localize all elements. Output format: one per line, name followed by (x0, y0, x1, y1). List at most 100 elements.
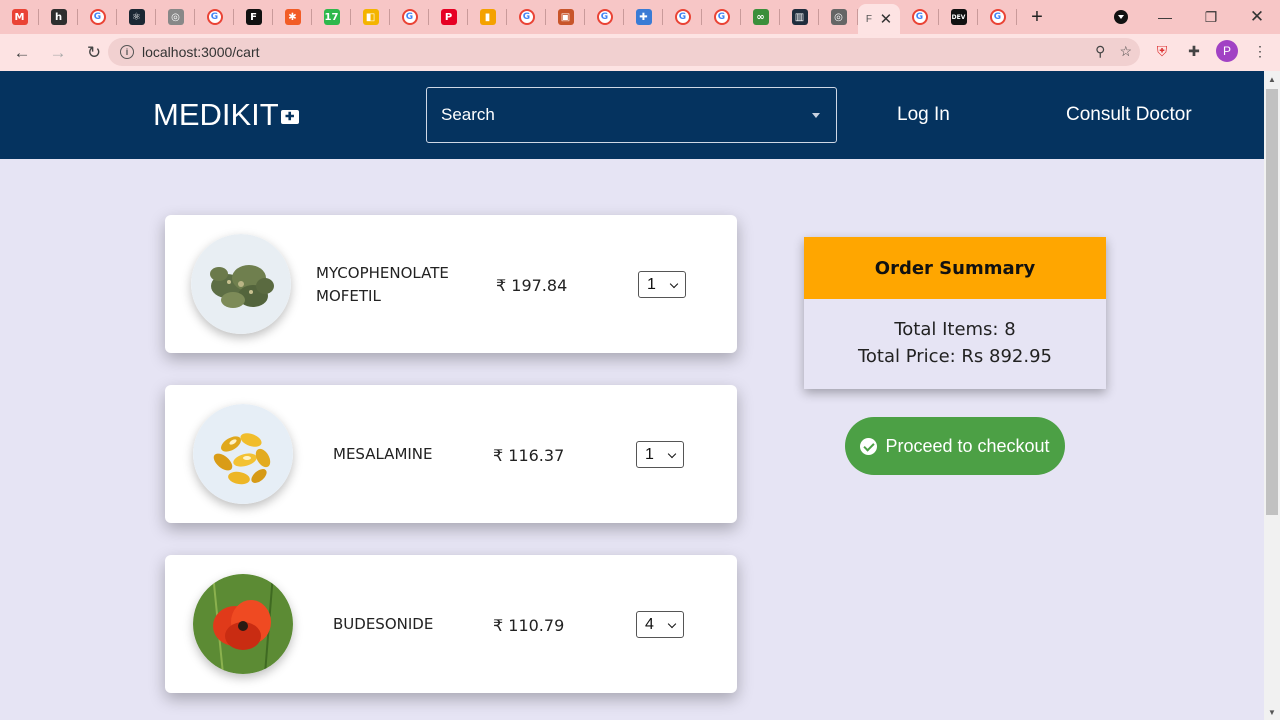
browser-tab[interactable]: F (234, 0, 273, 34)
quantity-select[interactable]: 4 (636, 611, 684, 638)
browser-tab[interactable]: ⚛ (117, 0, 156, 34)
brand-name: MEDIKIT (153, 97, 279, 132)
dev-icon: DEV (950, 9, 967, 25)
product-price: ₹ 197.84 (496, 276, 568, 295)
product-price: ₹ 116.37 (493, 446, 565, 465)
cart-item-card: MYCOPHENOLATE MOFETIL ₹ 197.84 1 (165, 215, 737, 353)
browser-tab[interactable]: G (78, 0, 117, 34)
bookmark-star-icon[interactable]: ☆ (1119, 43, 1132, 60)
profile-avatar[interactable]: P (1216, 40, 1238, 62)
herb-image (191, 234, 291, 334)
product-price: ₹ 110.79 (493, 616, 565, 635)
google-icon: G (401, 9, 418, 25)
react-icon: ⚛ (128, 9, 145, 25)
browser-tab[interactable]: h (39, 0, 78, 34)
browser-tab[interactable]: ▥ (780, 0, 819, 34)
scroll-up-icon[interactable]: ▲ (1264, 71, 1280, 87)
f-icon: F (245, 9, 262, 25)
site-navbar: MEDIKIT ✚ Search Log In Consult Doctor (0, 71, 1264, 159)
asterisk-icon: ✱ (284, 9, 301, 25)
globe-icon: ◎ (167, 9, 184, 25)
order-summary: Order Summary Total Items: 8 Total Price… (804, 237, 1106, 389)
new-tab-button[interactable]: + (1017, 0, 1057, 34)
google-icon: G (206, 9, 223, 25)
order-summary-title: Order Summary (804, 237, 1106, 299)
address-url: localhost:3000/cart (142, 44, 260, 60)
close-window-icon[interactable]: ✕ (1234, 0, 1280, 34)
globe-icon: ◎ (830, 9, 847, 25)
meet-icon: ◧ (362, 9, 379, 25)
browser-tab[interactable]: G (585, 0, 624, 34)
browser-tab[interactable]: G (390, 0, 429, 34)
login-link[interactable]: Log In (897, 104, 950, 126)
browser-tab[interactable]: G (663, 0, 702, 34)
site-info-icon[interactable]: i (120, 45, 134, 59)
consult-doctor-link[interactable]: Consult Doctor (1066, 104, 1192, 126)
hashnode-icon: h (50, 9, 67, 25)
browser-tab[interactable]: G (702, 0, 741, 34)
browser-tab[interactable]: G (195, 0, 234, 34)
browser-tab[interactable]: DEV (939, 0, 978, 34)
quantity-select[interactable]: 1 (638, 271, 686, 298)
minimize-icon[interactable]: — (1142, 0, 1188, 34)
google-icon: G (713, 9, 730, 25)
stripes-icon: ▮ (479, 9, 496, 25)
browser-tab[interactable]: M (0, 0, 39, 34)
glasses-icon: ∞ (752, 9, 769, 25)
search-select[interactable]: Search (426, 87, 837, 143)
back-icon[interactable]: ← (6, 37, 38, 69)
square-icon: ▣ (557, 9, 574, 25)
tab-search-icon[interactable] (1098, 0, 1144, 34)
browser-tab[interactable]: ∞ (741, 0, 780, 34)
extensions-area: ⛨ ✚ P ⋮ (1152, 40, 1270, 62)
google-icon: G (989, 9, 1006, 25)
browser-tab[interactable]: G (507, 0, 546, 34)
browser-tab[interactable]: G (900, 0, 939, 34)
browser-tab[interactable]: G (978, 0, 1017, 34)
scroll-down-icon[interactable]: ▼ (1264, 704, 1280, 720)
browser-tab[interactable]: ✱ (273, 0, 312, 34)
google-icon: G (911, 9, 928, 25)
cart-item-card: MESALAMINE ₹ 116.37 1 (165, 385, 737, 523)
counter-icon: 17 (323, 9, 340, 25)
page-scrollbar[interactable]: ▲ ▼ (1264, 71, 1280, 720)
pinterest-icon: P (440, 9, 457, 25)
quantity-select[interactable]: 1 (636, 441, 684, 468)
active-tab[interactable]: F ✕ (858, 4, 900, 34)
browser-tab[interactable]: P (429, 0, 468, 34)
forward-icon[interactable]: → (42, 37, 74, 69)
browser-tab[interactable]: ◎ (156, 0, 195, 34)
browser-tab[interactable]: ◧ (351, 0, 390, 34)
page-viewport: MEDIKIT ✚ Search Log In Consult Doctor M… (0, 71, 1264, 720)
brand-logo[interactable]: MEDIKIT ✚ (153, 97, 299, 133)
restore-icon[interactable]: ❐ (1188, 0, 1234, 34)
puzzle-extensions-icon[interactable]: ✚ (1184, 41, 1204, 61)
close-tab-icon[interactable]: ✕ (880, 10, 893, 28)
scrollbar-thumb[interactable] (1266, 89, 1278, 515)
cart-item-card: BUDESONIDE ₹ 110.79 4 (165, 555, 737, 693)
check-circle-icon (860, 437, 878, 455)
kebab-menu-icon[interactable]: ⋮ (1250, 41, 1270, 61)
browser-tab[interactable]: ◎ (819, 0, 858, 34)
caret-down-icon (812, 113, 820, 118)
search-label: Search (441, 105, 495, 124)
checkout-label: Proceed to checkout (885, 435, 1050, 456)
capsules-image (193, 404, 293, 504)
medkit-icon: ✚ (280, 110, 299, 124)
reload-icon[interactable]: ↻ (78, 37, 110, 69)
trello-icon: ▥ (791, 9, 808, 25)
total-price: Total Price: Rs 892.95 (857, 346, 1053, 367)
poppy-image (193, 574, 293, 674)
browser-tab[interactable]: 17 (312, 0, 351, 34)
proceed-to-checkout-button[interactable]: Proceed to checkout (845, 417, 1065, 475)
google-icon: G (596, 9, 613, 25)
gmail-icon: M (11, 9, 28, 25)
browser-tab[interactable]: ▣ (546, 0, 585, 34)
browser-tab[interactable]: ✚ (624, 0, 663, 34)
address-bar[interactable]: i localhost:3000/cart ⚲ ☆ (108, 38, 1140, 66)
browser-tab[interactable]: ▮ (468, 0, 507, 34)
product-name: MESALAMINE (333, 445, 433, 463)
google-icon: G (518, 9, 535, 25)
shield-extension-icon[interactable]: ⛨ (1152, 41, 1172, 61)
location-pin-icon[interactable]: ⚲ (1095, 43, 1105, 60)
